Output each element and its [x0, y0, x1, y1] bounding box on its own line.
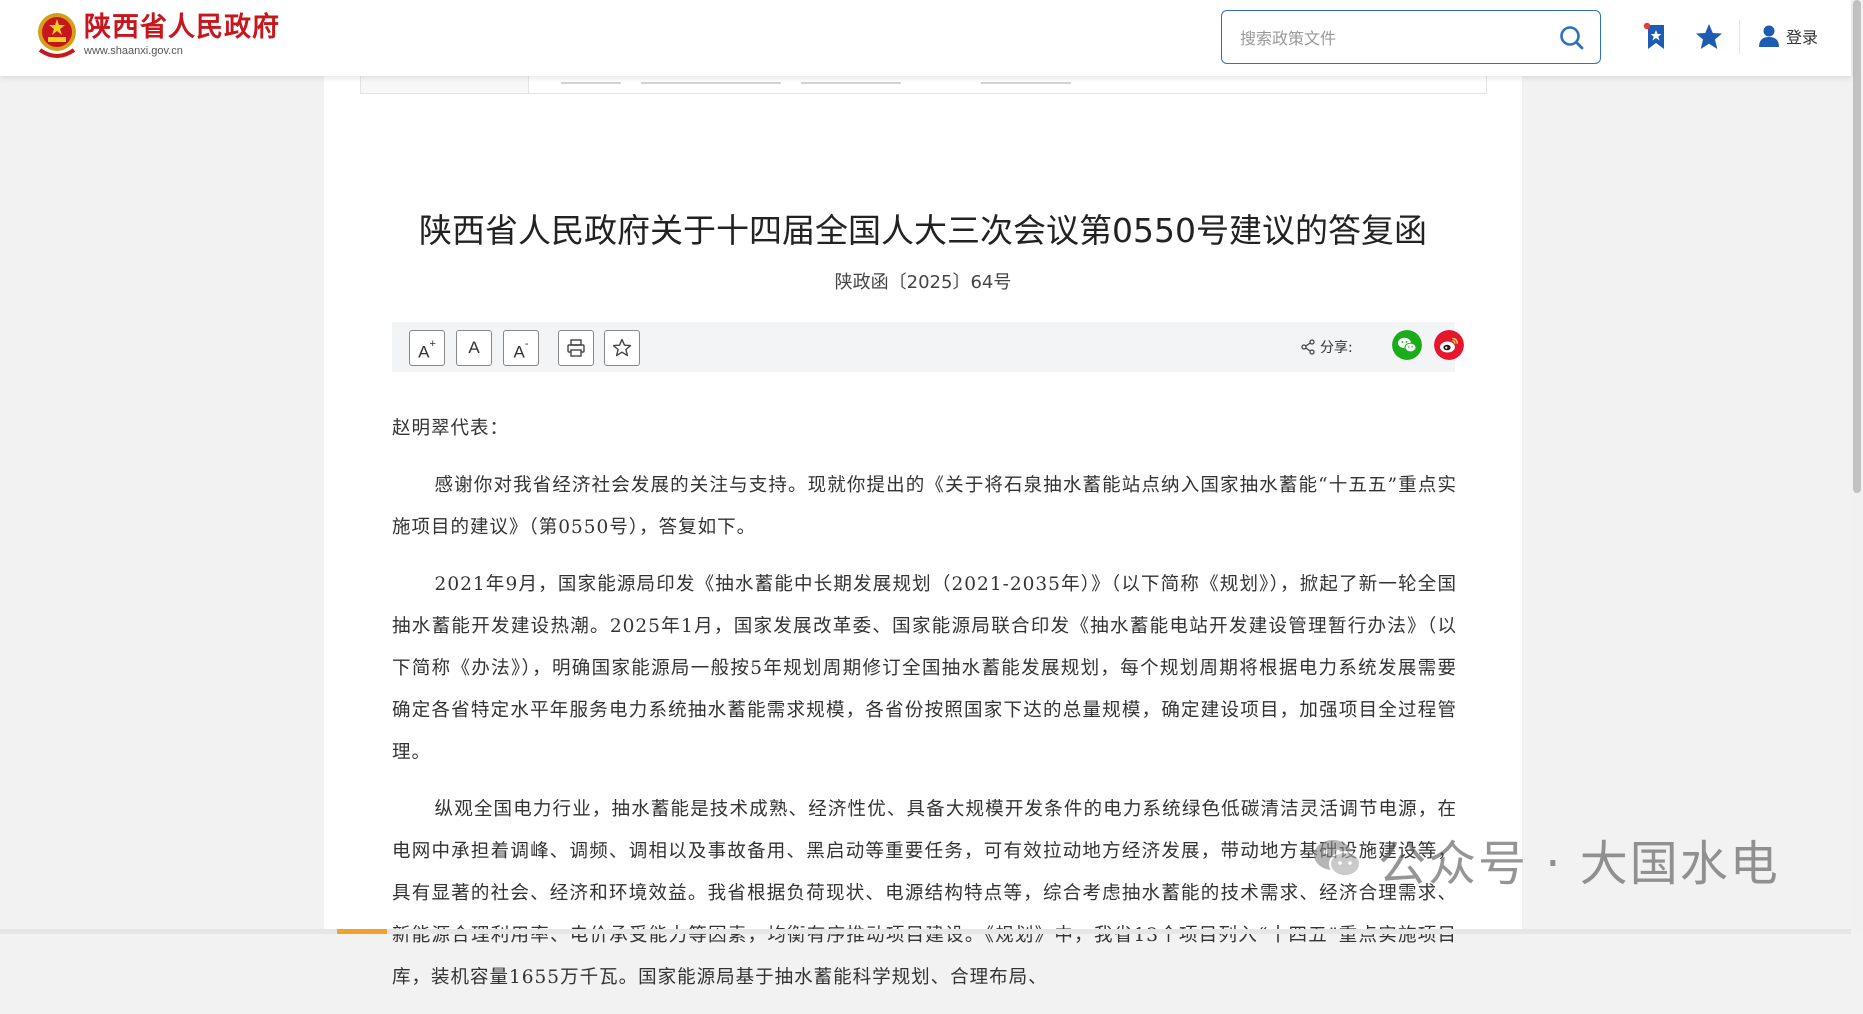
body-paragraph: 纵观全国电力行业，抽水蓄能是技术成熟、经济性优、具备大规模开发条件的电力系统绿色…: [392, 799, 1457, 988]
meta-table-label-cell: [361, 76, 529, 93]
document-number: 陕政函〔2025〕64号: [834, 272, 1012, 293]
star-outline-icon: [612, 338, 632, 357]
watermark-text: 公众号 · 大国水电: [1378, 836, 1780, 892]
login-label: 登录: [1786, 28, 1819, 47]
document-meta-table: [360, 76, 1487, 94]
font-smaller-button[interactable]: A-: [503, 330, 539, 366]
article-title: 陕西省人民政府关于十四届全国人大三次会议第0550号建议的答复函: [419, 211, 1427, 250]
article-card: 陕西省人民政府关于十四届全国人大三次会议第0550号建议的答复函 陕政函〔202…: [324, 76, 1522, 988]
font-larger-sup: +: [429, 338, 436, 350]
body-paragraph: 2021年9月，国家能源局印发《抽水蓄能中长期发展规划（2021-2035年）》…: [392, 574, 1457, 763]
vertical-scrollbar[interactable]: [1851, 0, 1863, 934]
user-icon: [1759, 25, 1779, 47]
article-body: 赵明翠代表： 感谢你对我省经济社会发展的关注与支持。现就你提出的《关于将石泉抽水…: [392, 408, 1457, 1014]
bottom-accent-bar: [337, 929, 387, 934]
meta-table-text-fragment: [981, 82, 1071, 84]
search-box: [1221, 10, 1601, 64]
scrollbar-thumb[interactable]: [1853, 0, 1861, 493]
font-smaller-label: A: [513, 342, 525, 362]
header-divider: [1739, 20, 1740, 54]
search-icon[interactable]: [1558, 24, 1586, 52]
meta-table-text-fragment: [561, 82, 621, 84]
favorite-star-icon[interactable]: [1694, 22, 1724, 52]
font-normal-label: A: [468, 338, 480, 357]
weibo-share-icon[interactable]: [1434, 330, 1464, 360]
font-smaller-sup: -: [524, 338, 529, 350]
bottom-border: [0, 929, 1851, 934]
search-input[interactable]: [1238, 24, 1538, 52]
login-button[interactable]: 登录: [1758, 24, 1818, 48]
national-emblem-icon: [38, 13, 76, 58]
meta-table-text-fragment: [801, 82, 901, 84]
wechat-official-account-icon: [1314, 840, 1361, 877]
wechat-share-icon[interactable]: [1392, 330, 1422, 360]
site-logo[interactable]: 陕西省人民政府 www.shaanxi.gov.cn: [34, 10, 280, 60]
site-title: 陕西省人民政府: [84, 12, 280, 43]
print-icon: [567, 339, 585, 357]
font-larger-label: A: [418, 342, 430, 362]
site-url: www.shaanxi.gov.cn: [84, 45, 183, 57]
font-normal-button[interactable]: A: [456, 330, 492, 366]
share-area: 分享:: [1300, 337, 1353, 357]
favorite-button[interactable]: [604, 330, 640, 366]
site-header: 陕西省人民政府 www.shaanxi.gov.cn 登录: [0, 0, 1851, 76]
share-icon: [1301, 339, 1315, 355]
share-label: 分享:: [1320, 340, 1353, 356]
watermark: 公众号 · 大国水电: [1312, 824, 1780, 894]
article-toolbar: A+ A A- 分享:: [392, 322, 1464, 372]
meta-table-text-fragment: [641, 82, 781, 84]
salutation: 赵明翠代表：: [392, 418, 510, 439]
bookmark-star-icon[interactable]: [1642, 22, 1672, 52]
body-paragraph: 感谢你对我省经济社会发展的关注与支持。现就你提出的《关于将石泉抽水蓄能站点纳入国…: [392, 475, 1457, 538]
font-larger-button[interactable]: A+: [409, 330, 445, 366]
print-button[interactable]: [558, 330, 594, 366]
